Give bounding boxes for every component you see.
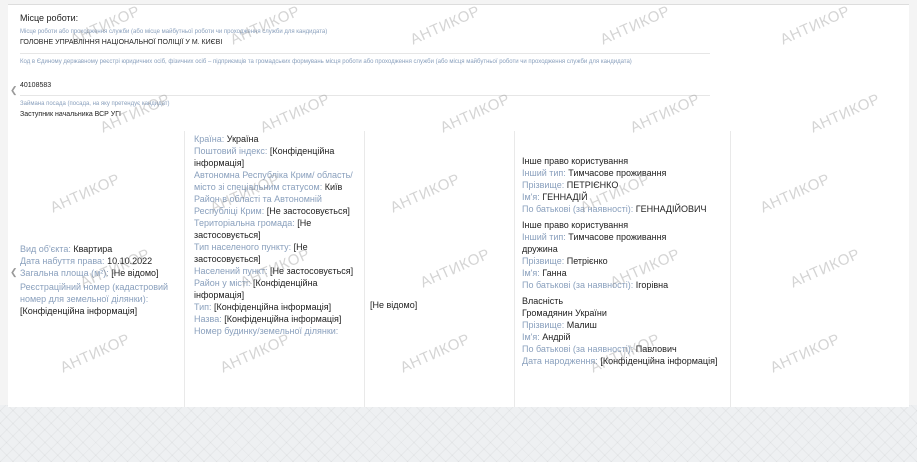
acquisition-date-label: Дата набуття права: [20,256,105,266]
address-row: Тип населеного пункту: [Не застосовуєтьс… [194,242,308,264]
watermark: АНТИКОР [47,170,123,217]
column-divider [730,131,731,407]
watermark: АНТИКОР [807,90,883,137]
column-divider [184,131,185,407]
address-row: Район у місті: [Конфіденційна інформація… [194,278,318,300]
chevron-left-icon[interactable]: ❮ [10,267,18,278]
declaration-card: Місце роботи: Місце роботи або проходжен… [8,4,909,407]
address-row: Назва: [Конфіденційна інформація] [194,314,342,324]
watermark: АНТИКОР [407,4,483,49]
total-area-label: Загальна площа (м²): [20,268,109,278]
object-type-value: Квартира [73,244,113,254]
object-column: Вид об'єкта: Квартира Дата набуття права… [20,243,178,317]
right-title: Інше право користування [522,220,629,230]
watermark: АНТИКОР [787,245,863,292]
object-type-label: Вид об'єкта: [20,244,71,254]
watermark: АНТИКОР [387,170,463,217]
position-label: Займана посада (посада, на яку претендує… [20,101,170,107]
position-value: Заступник начальника ВСР УГІ [20,111,121,118]
divider [20,53,710,54]
watermark: АНТИКОР [257,90,333,137]
watermark: АНТИКОР [627,90,703,137]
address-row: Населений пункт: [Не застосовується] [194,266,354,276]
right-title: Власність [522,296,564,306]
cost-value: [Не відомо] [370,300,418,310]
watermark: АНТИКОР [437,90,513,137]
workplace-label: Місце роботи або проходження служби (або… [20,29,328,35]
address-row: Поштовий індекс: [Конфіденційна інформац… [194,146,335,168]
divider [20,95,710,96]
address-row: Автономна Республіка Крим/ область/місто… [194,170,353,192]
watermark: АНТИКОР [777,4,853,49]
watermark: АНТИКОР [217,330,293,377]
chevron-left-icon[interactable]: ❮ [10,85,18,96]
column-divider [514,131,515,407]
address-row: Країна: Україна [194,134,259,144]
rights-column: Інше право користування Інший тип: Тимча… [522,155,727,367]
watermark: АНТИКОР [597,4,673,49]
registration-number-label: Реєстраційний номер (кадастровий номер д… [20,282,169,304]
address-column: Країна: Україна Поштовий індекс: [Конфід… [194,133,356,337]
watermark: АНТИКОР [227,4,303,49]
section-title: Місце роботи: [20,13,79,23]
watermark: АНТИКОР [767,330,843,377]
address-row: Район в області та Автономній Республіці… [194,194,350,216]
background-pattern [0,405,917,462]
watermark: АНТИКОР [57,330,133,377]
acquisition-date-value: 10.10.2022 [107,256,153,266]
edrpou-value: 40108583 [20,82,52,89]
watermark: АНТИКОР [417,245,493,292]
address-row: Тип: [Конфіденційна інформація] [194,302,332,312]
watermark: АНТИКОР [757,170,833,217]
column-divider [364,131,365,407]
right-title: Інше право користування [522,156,629,166]
address-row: Територіальна громада: [Не застосовуєтьс… [194,218,312,240]
edrpou-label: Код в Єдиному державному реєстрі юридичн… [20,59,632,65]
total-area-value: [Не відомо] [111,268,159,278]
watermark: АНТИКОР [397,330,473,377]
address-row: Номер будинку/земельної ділянки: [194,326,339,336]
registration-number-value: [Конфіденційна інформація] [20,306,138,316]
workplace-value: ГОЛОВНЕ УПРАВЛІННЯ НАЦІОНАЛЬНОЇ ПОЛІЦІЇ … [20,39,223,46]
